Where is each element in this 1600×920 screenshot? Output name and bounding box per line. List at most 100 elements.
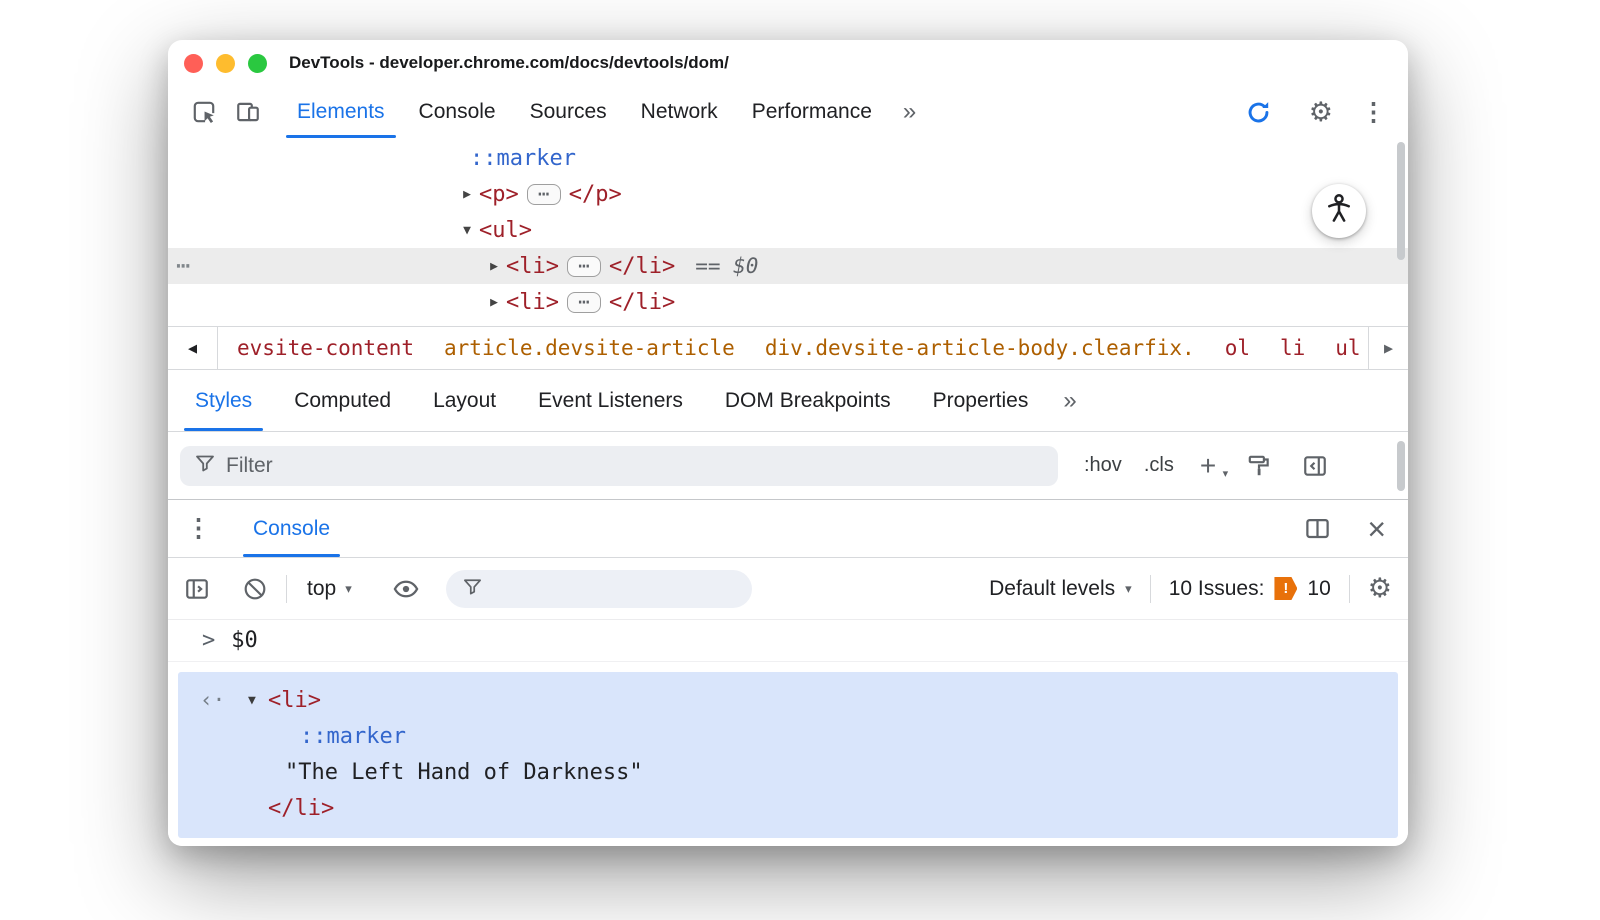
traffic-lights: [184, 53, 267, 73]
expand-ellipsis-button[interactable]: ⋯: [566, 291, 601, 313]
expand-ellipsis-button[interactable]: ⋯: [566, 255, 601, 277]
sidebar-panel-icon[interactable]: [1302, 453, 1328, 479]
circular-arrow-icon[interactable]: [1244, 97, 1274, 127]
devtools-window: DevTools - developer.chrome.com/docs/dev…: [168, 40, 1408, 846]
twisty-collapsed-icon[interactable]: ▶: [482, 259, 506, 274]
filter-funnel-icon: [462, 576, 483, 602]
paint-roller-icon[interactable]: [1246, 453, 1272, 479]
inspect-element-icon[interactable]: [189, 97, 219, 127]
console-drawer-header: ⋮ Console ×: [168, 500, 1408, 558]
tab-performance[interactable]: Performance: [735, 86, 889, 138]
devtools-main-toolbar: Elements Console Sources Network Perform…: [168, 86, 1408, 138]
console-filter-field[interactable]: [445, 569, 752, 608]
issues-icon: !: [1274, 577, 1298, 600]
toggle-element-state-button[interactable]: :hov: [1084, 454, 1122, 477]
console-command: $0: [231, 628, 258, 653]
caret-down-icon: ▾: [1125, 580, 1132, 596]
drawer-right-controls: ×: [1304, 513, 1390, 545]
tab-console[interactable]: Console: [402, 86, 513, 138]
breadcrumb-back-button[interactable]: ◀: [168, 327, 218, 369]
tab-dom-breakpoints[interactable]: DOM Breakpoints: [704, 370, 912, 431]
more-tabs-chevron-icon[interactable]: »: [903, 98, 916, 126]
dollar-zero-hint: == $0: [695, 254, 759, 278]
styles-filter-input[interactable]: [226, 453, 1044, 478]
expand-ellipsis-button[interactable]: ⋯: [526, 183, 561, 205]
dom-row-p[interactable]: ▶ <p> ⋯ </p>: [168, 176, 1408, 212]
console-command-row[interactable]: > $0: [168, 620, 1408, 662]
dom-row-li-selected[interactable]: ⋯ ▶ <li> ⋯ </li> == $0: [168, 248, 1408, 284]
tab-sources[interactable]: Sources: [513, 86, 624, 138]
styles-filter-field[interactable]: [180, 445, 1058, 486]
close-window-button[interactable]: [184, 53, 203, 73]
log-levels-dropdown[interactable]: Default levels ▾: [989, 577, 1132, 601]
result-line: ::marker: [300, 723, 406, 749]
execution-context-selector[interactable]: top ▾: [307, 577, 352, 601]
console-filter-input[interactable]: [492, 577, 736, 600]
breadcrumb-item[interactable]: div.devsite-article-body.clearfix.: [755, 332, 1205, 364]
page-background: DevTools - developer.chrome.com/docs/dev…: [0, 0, 1600, 920]
accessibility-overlay-button[interactable]: [1312, 184, 1366, 238]
styles-filter-toolbar: :hov .cls +▾: [168, 432, 1408, 500]
breadcrumb-item[interactable]: evsite-content: [227, 332, 424, 364]
split-panel-icon[interactable]: [1304, 515, 1331, 542]
drawer-kebab-menu-icon[interactable]: ⋮: [186, 516, 211, 541]
console-result-block[interactable]: ‹· ▼ <li> ::marker "The Left Hand of Dar…: [178, 672, 1398, 838]
styles-panel-tabs: Styles Computed Layout Event Listeners D…: [168, 370, 1408, 432]
prompt-chevron-icon: >: [202, 628, 216, 653]
drawer-tab-console[interactable]: Console: [241, 500, 342, 557]
dom-row-ul[interactable]: ▼ <ul>: [168, 212, 1408, 248]
twisty-collapsed-icon[interactable]: ▶: [482, 295, 506, 310]
filter-funnel-icon: [194, 452, 216, 479]
breadcrumb-forward-button[interactable]: ▶: [1368, 327, 1408, 369]
more-tabs-chevron-icon[interactable]: »: [1063, 387, 1076, 415]
window-titlebar: DevTools - developer.chrome.com/docs/dev…: [168, 40, 1408, 86]
toolbar-divider: [1348, 574, 1350, 603]
toolbar-divider: [1149, 574, 1151, 603]
issues-counter[interactable]: 10 Issues: ! 10: [1169, 577, 1331, 601]
element-classes-button[interactable]: .cls: [1144, 454, 1174, 477]
clear-console-icon[interactable]: [242, 576, 268, 602]
console-settings-gear-icon[interactable]: ⚙: [1368, 575, 1392, 602]
window-title: DevTools - developer.chrome.com/docs/dev…: [289, 53, 729, 72]
tab-styles[interactable]: Styles: [174, 370, 273, 431]
result-marker-icon: ‹·: [200, 688, 226, 712]
zoom-window-button[interactable]: [248, 53, 267, 73]
tab-computed[interactable]: Computed: [273, 370, 412, 431]
settings-gear-icon[interactable]: ⚙: [1309, 98, 1333, 126]
caret-down-icon: ▾: [345, 580, 352, 596]
panel-tabs: Elements Console Sources Network Perform…: [280, 86, 889, 138]
breadcrumb-item[interactable]: ol: [1215, 332, 1260, 364]
tab-network[interactable]: Network: [624, 86, 735, 138]
tab-layout[interactable]: Layout: [412, 370, 517, 431]
minimize-window-button[interactable]: [216, 53, 235, 73]
tab-elements[interactable]: Elements: [280, 86, 402, 138]
tab-properties[interactable]: Properties: [912, 370, 1050, 431]
dom-row-li[interactable]: ▶ <li> ⋯ </li>: [168, 284, 1408, 320]
twisty-expanded-icon[interactable]: ▼: [248, 693, 268, 708]
eye-icon[interactable]: [392, 575, 420, 603]
elements-dom-tree: ::marker ▶ <p> ⋯ </p> ▼ <ul> ⋯ ▶ <li> ⋯ …: [168, 138, 1408, 326]
new-style-rule-button[interactable]: + ▾: [1200, 451, 1228, 480]
dom-tree-scrollbar[interactable]: [1397, 142, 1405, 260]
dom-row-handle[interactable]: ⋯: [176, 251, 190, 279]
back-arrow-icon: ◀: [187, 339, 198, 357]
breadcrumb: evsite-content article.devsite-article d…: [218, 327, 1368, 369]
breadcrumb-item[interactable]: ul: [1325, 332, 1368, 364]
result-line: </li>: [268, 795, 335, 821]
result-text-node: "The Left Hand of Darkness": [285, 759, 643, 785]
breadcrumb-item[interactable]: li: [1270, 332, 1315, 364]
caret-down-icon: ▾: [1222, 467, 1229, 480]
styles-scrollbar[interactable]: [1397, 441, 1405, 491]
breadcrumb-item[interactable]: article.devsite-article: [434, 332, 745, 364]
dom-row-marker[interactable]: ::marker: [168, 140, 1408, 176]
console-sidebar-icon[interactable]: [184, 576, 210, 602]
twisty-collapsed-icon[interactable]: ▶: [455, 187, 479, 202]
tab-event-listeners[interactable]: Event Listeners: [517, 370, 704, 431]
toolbar-right-controls: ⚙ ⋮: [1237, 97, 1394, 127]
forward-arrow-icon: ▶: [1383, 339, 1394, 357]
device-toolbar-icon[interactable]: [233, 97, 263, 127]
kebab-menu-icon[interactable]: ⋮: [1361, 99, 1386, 125]
close-drawer-icon[interactable]: ×: [1367, 513, 1386, 545]
result-line: ‹· ▼ <li>: [200, 687, 321, 713]
twisty-expanded-icon[interactable]: ▼: [455, 223, 479, 238]
